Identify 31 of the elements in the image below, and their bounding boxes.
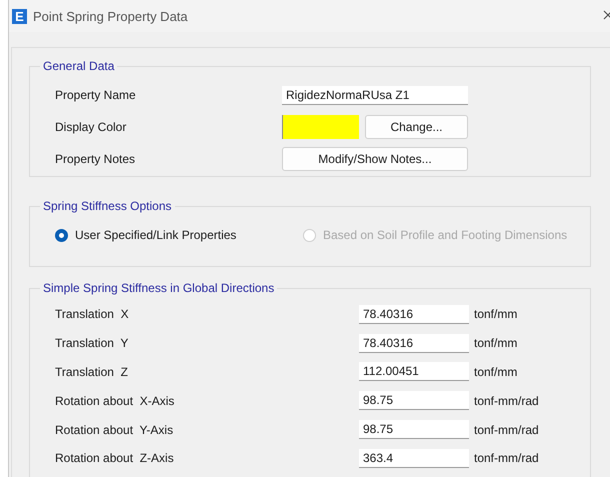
window-title: Point Spring Property Data <box>33 8 188 24</box>
change-button[interactable]: Change... <box>365 115 468 139</box>
field-label: Rotation about Z-Axis <box>55 451 175 466</box>
unit-label: tonf-mm/rad <box>474 451 539 466</box>
unit-label: tonf/mm <box>474 307 518 322</box>
app-icon: E <box>12 8 27 24</box>
unit-label: tonf-mm/rad <box>474 422 539 437</box>
group-title: General Data <box>42 59 116 73</box>
field-label: Rotation about X-Axis <box>55 394 176 408</box>
notes-button[interactable]: Modify/Show Notes... <box>282 147 468 171</box>
option-label: User Specified/Link Properties <box>75 228 236 242</box>
number-field[interactable]: 78.40316 <box>359 334 469 353</box>
group-title: Simple Spring Stiffness in Global Directions <box>42 281 276 295</box>
number-field[interactable]: 98.75 <box>359 391 469 410</box>
number-field[interactable]: 112.00451 <box>359 362 469 382</box>
field-label: Rotation about Y-Axis <box>55 422 174 437</box>
field-label: Property Notes <box>55 152 136 166</box>
text-field[interactable]: RigidezNormaRUsa Z1 <box>282 86 468 104</box>
field-label: Translation Y <box>55 336 130 350</box>
group-title: Spring Stiffness Options <box>42 199 173 213</box>
unit-label: tonf-mm/rad <box>474 394 539 408</box>
number-field[interactable]: 98.75 <box>359 420 469 440</box>
field-label: Translation X <box>55 307 130 322</box>
unit-label: tonf/mm <box>474 336 518 350</box>
field-label: Property Name <box>55 88 137 102</box>
unit-label: tonf/mm <box>474 364 518 379</box>
field-label: Translation Z <box>55 364 129 379</box>
option-label: Based on Soil Profile and Footing Dimensions <box>323 228 568 242</box>
number-field[interactable]: 78.40316 <box>359 304 469 324</box>
field-label: Display Color <box>55 120 128 134</box>
number-field[interactable]: 363.4 <box>359 448 469 468</box>
